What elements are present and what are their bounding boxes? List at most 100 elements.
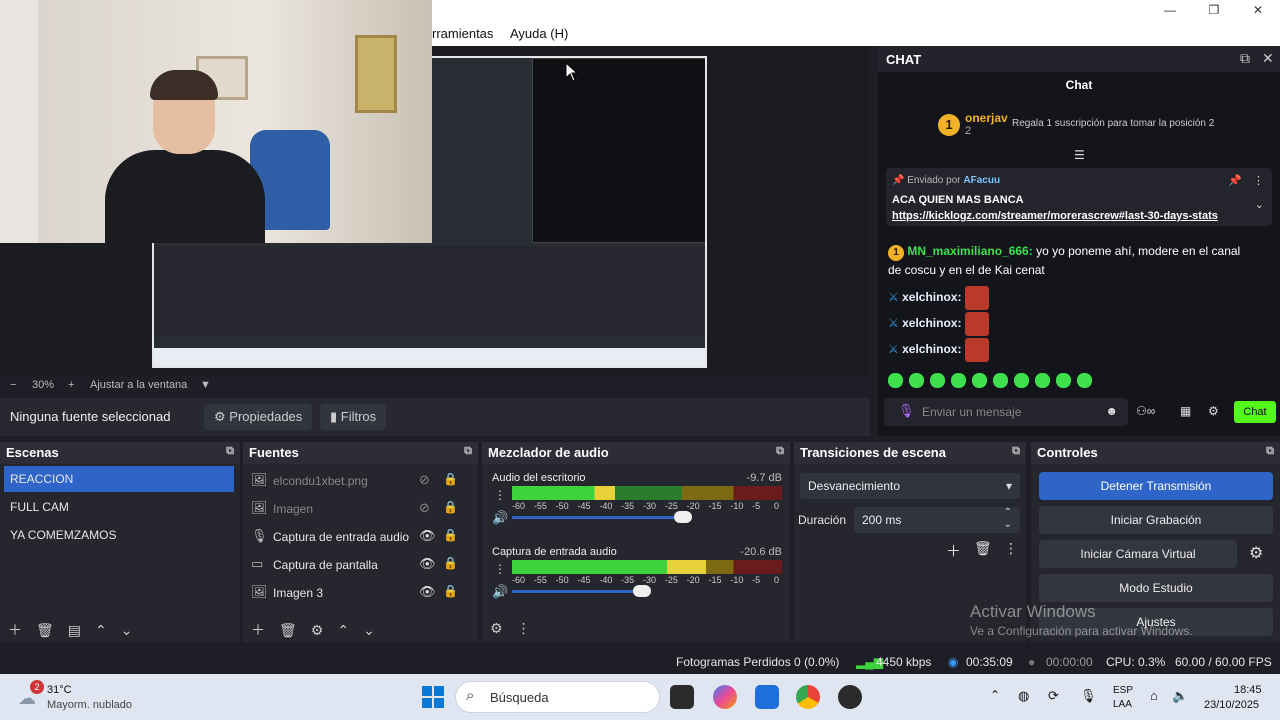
source-item[interactable]: ▭ Captura de pantalla 👁 🔒 xyxy=(251,554,461,578)
chat-user[interactable]: xelchinox: xyxy=(902,342,961,356)
volume-knob[interactable] xyxy=(632,585,651,597)
lock-icon[interactable]: 🔒 xyxy=(443,556,458,570)
volume-knob[interactable] xyxy=(674,511,692,523)
eye-icon[interactable]: 👁 xyxy=(419,556,436,572)
eye-icon[interactable]: 👁 xyxy=(419,528,436,544)
unpin-icon[interactable]: 📌 xyxy=(1228,174,1242,187)
lock-icon[interactable]: 🔒 xyxy=(443,500,458,514)
microphone-icon[interactable]: 🎙 xyxy=(898,403,915,419)
fit-window-label[interactable]: Ajustar a la ventana xyxy=(90,379,187,391)
copilot-icon[interactable] xyxy=(713,685,737,709)
eye-hidden-icon[interactable]: ⊘ xyxy=(419,500,430,516)
scene-item[interactable]: YA COMEMZAMOS xyxy=(4,522,234,548)
settings-icon[interactable]: ⚙ xyxy=(1208,404,1219,418)
taskbar-search[interactable]: ⌕ Búsqueda xyxy=(455,681,660,713)
sync-icon[interactable]: ⟳ xyxy=(1048,688,1059,704)
chevron-down-icon[interactable]: ⌄ xyxy=(1255,198,1264,211)
trash-icon[interactable]: 🗑 xyxy=(36,622,54,638)
language-code[interactable]: ESP xyxy=(1113,685,1133,696)
filter-icon[interactable]: ▤ xyxy=(68,622,81,638)
chevron-up-icon[interactable]: ⌃ xyxy=(1004,507,1012,518)
maximize-button[interactable]: ❐ xyxy=(1192,0,1236,20)
lock-icon[interactable]: 🔒 xyxy=(443,528,458,542)
trash-icon[interactable]: 🗑 xyxy=(974,540,992,557)
weather-temp[interactable]: 31°C xyxy=(47,684,72,696)
minimize-button[interactable]: — xyxy=(1148,0,1192,20)
wifi-icon[interactable]: ⌂ xyxy=(1150,688,1158,703)
menu-tools[interactable]: rramientas xyxy=(432,26,493,41)
channel-menu-icon[interactable]: ⋮ xyxy=(494,562,506,576)
windows-start-icon[interactable] xyxy=(422,686,444,708)
chevron-up-icon[interactable]: ⌃ xyxy=(337,622,349,638)
zoom-in-button[interactable]: + xyxy=(68,379,74,391)
advanced-audio-icon[interactable]: ⚙ xyxy=(490,620,503,636)
gifter-name[interactable]: onerjav xyxy=(965,111,1008,125)
notepad-icon[interactable] xyxy=(755,685,779,709)
channel-menu-icon[interactable]: ⋮ xyxy=(494,488,506,502)
eye-icon[interactable]: 👁 xyxy=(419,584,436,600)
zoom-out-button[interactable]: − xyxy=(10,379,16,391)
obs-icon[interactable] xyxy=(838,685,862,709)
chevron-up-icon[interactable]: ⌃ xyxy=(990,688,1000,702)
speaker-icon[interactable]: 🔊 xyxy=(492,584,508,600)
chrome-icon[interactable] xyxy=(796,685,820,709)
chevron-up-icon[interactable]: ⌃ xyxy=(95,622,107,638)
clock-date[interactable]: 23/10/2025 xyxy=(1204,699,1259,711)
pinned-link[interactable]: https://kicklogz.com/streamer/morerascre… xyxy=(892,210,1218,222)
start-recording-button[interactable]: Iniciar Grabación xyxy=(1039,506,1273,534)
store-icon[interactable]: ▦ xyxy=(1180,404,1191,418)
trash-icon[interactable]: 🗑 xyxy=(279,622,297,638)
eye-hidden-icon[interactable]: ⊘ xyxy=(419,472,430,488)
volume-slider[interactable] xyxy=(512,516,683,519)
chevron-down-icon[interactable]: ⌄ xyxy=(1004,519,1012,530)
speaker-icon[interactable]: 🔊 xyxy=(492,510,508,526)
weather-widget[interactable]: ☁ 2 xyxy=(18,680,44,708)
task-view-icon[interactable] xyxy=(670,685,694,709)
menu-help[interactable]: Ayuda (H) xyxy=(510,26,568,41)
scene-item[interactable]: REACCION xyxy=(4,466,234,492)
undock-icon[interactable]: ⧉ xyxy=(464,445,472,458)
properties-button[interactable]: ⚙ Propiedades xyxy=(204,404,313,430)
volume-icon[interactable]: 🔈 xyxy=(1172,688,1188,704)
clock-time[interactable]: 18:45 xyxy=(1234,684,1262,696)
language-layout[interactable]: LAA xyxy=(1113,699,1132,710)
studio-mode-button[interactable]: Modo Estudio xyxy=(1039,574,1273,602)
menu-icon[interactable]: ⋮ xyxy=(1004,540,1018,557)
close-button[interactable]: ✕ xyxy=(1236,0,1280,20)
lock-icon[interactable]: 🔒 xyxy=(443,584,458,598)
chat-user[interactable]: xelchinox: xyxy=(902,290,961,304)
zoom-dropdown-icon[interactable]: ▼ xyxy=(200,379,211,391)
undock-icon[interactable]: ⧉ xyxy=(1240,50,1250,67)
emoji-icon[interactable]: ☻ xyxy=(1105,404,1118,418)
transition-select[interactable]: Desvanecimiento ▾ xyxy=(800,473,1020,499)
menu-icon[interactable]: ⋮ xyxy=(517,620,531,636)
volume-slider[interactable] xyxy=(512,590,642,593)
gear-icon[interactable]: ⚙ xyxy=(311,622,324,638)
stop-stream-button[interactable]: Detener Transmisión xyxy=(1039,472,1273,500)
microphone-icon[interactable]: 🎙 xyxy=(1080,688,1097,704)
source-item[interactable]: 🖼 elcondu1xbet.png ⊘ 🔒 xyxy=(251,470,461,494)
lock-icon[interactable]: 🔒 xyxy=(443,472,458,486)
send-chat-button[interactable]: Chat xyxy=(1234,401,1276,423)
add-icon[interactable]: ＋ xyxy=(8,622,22,638)
chevron-down-icon[interactable]: ⌄ xyxy=(121,622,133,638)
chat-user[interactable]: MN_maximiliano_666: xyxy=(907,244,1032,258)
add-icon[interactable]: ＋ xyxy=(251,622,265,638)
close-icon[interactable]: ✕ xyxy=(1262,50,1274,67)
source-item[interactable]: 🖼 Imagen 3 👁 🔒 xyxy=(251,582,461,606)
network-tray-icon[interactable]: ◍ xyxy=(1018,688,1029,704)
start-virtual-camera-button[interactable]: Iniciar Cámara Virtual xyxy=(1039,540,1237,568)
more-options-icon[interactable]: ⋮ xyxy=(1253,174,1264,187)
chat-user[interactable]: xelchinox: xyxy=(902,316,961,330)
undock-icon[interactable]: ⧉ xyxy=(1012,445,1020,458)
undock-icon[interactable]: ⧉ xyxy=(1266,445,1274,458)
filters-button[interactable]: ▮ Filtros xyxy=(320,404,387,430)
collapse-icon[interactable]: ☰ xyxy=(1074,148,1085,162)
gift-prompt[interactable]: Regala 1 suscripción para tomar la posic… xyxy=(1012,118,1214,129)
source-item[interactable]: 🎙 Captura de entrada audio 👁 🔒 xyxy=(251,526,461,550)
duration-stepper[interactable]: 200 ms ⌃ ⌄ xyxy=(854,507,1020,533)
pinned-user[interactable]: AFacuu xyxy=(963,175,1000,186)
users-icon[interactable]: ⚇∞ xyxy=(1136,404,1155,418)
chevron-down-icon[interactable]: ⌄ xyxy=(363,622,375,638)
chat-message-input[interactable]: 🎙 Enviar un mensaje ☻ xyxy=(884,398,1128,426)
